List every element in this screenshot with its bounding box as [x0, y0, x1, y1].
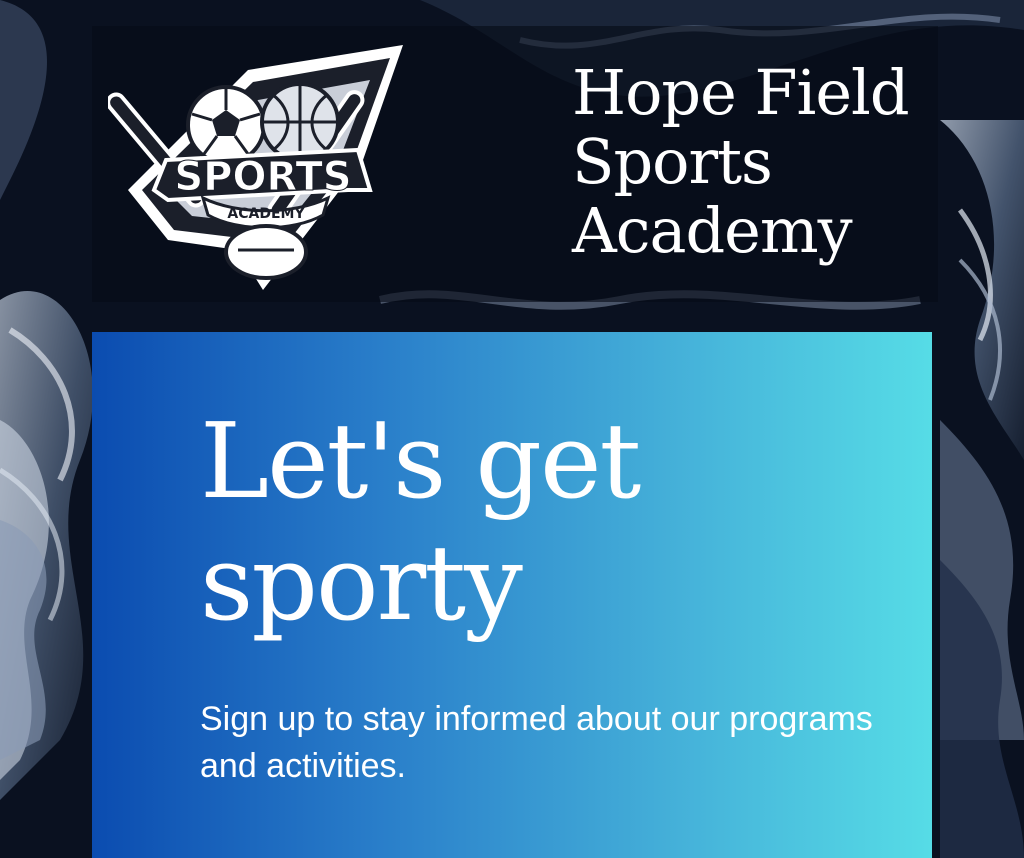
academy-name: Hope Field Sports Academy	[572, 56, 910, 267]
signup-card: Let's get sporty Sign up to stay informe…	[92, 332, 932, 858]
logo-wordmark: SPORTS	[174, 154, 351, 200]
card-subtext: Sign up to stay informed about our progr…	[200, 700, 873, 785]
card-headline: Let's get sporty	[200, 400, 641, 644]
logo-wordmark-sub: ACADEMY	[227, 206, 305, 222]
sports-academy-logo-icon: SPORTS ACADEMY	[108, 45, 403, 290]
